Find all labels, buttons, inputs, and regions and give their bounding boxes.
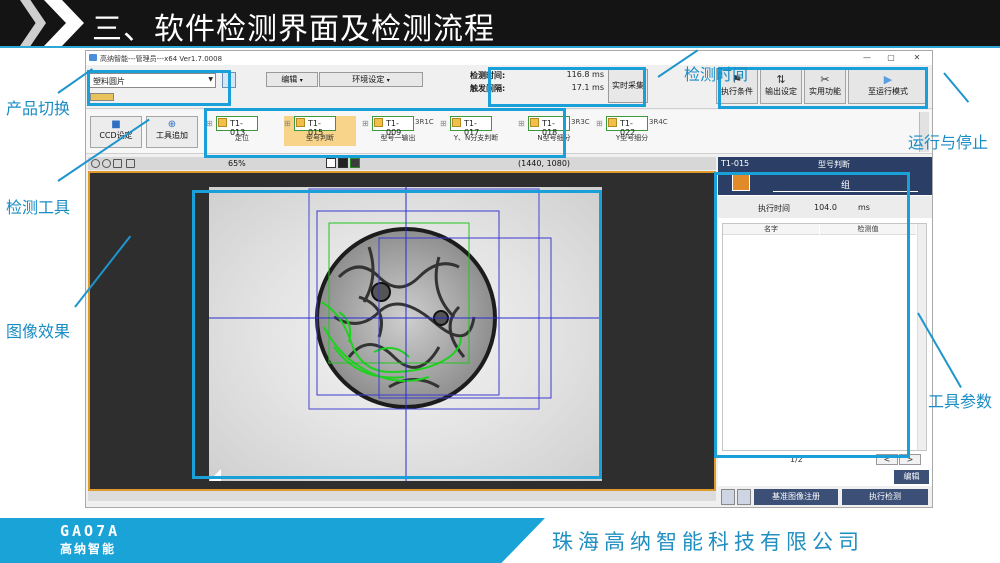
close-button[interactable]: ✕ bbox=[910, 52, 924, 63]
slide: { "slide": { "title": "三、软件检测界面及检测流程", "… bbox=[0, 0, 1000, 563]
slide-header: 三、软件检测界面及检测流程 bbox=[0, 0, 1000, 47]
maximize-button[interactable]: ▢ bbox=[884, 52, 898, 63]
tool-add-button[interactable]: ⊕ 工具追加 bbox=[146, 116, 198, 148]
zoom-in-icon[interactable] bbox=[91, 159, 100, 168]
tool-type-icon bbox=[608, 118, 617, 127]
annotation-tool-params: 工具参数 bbox=[928, 392, 993, 411]
window-titlebar: 高纳智能---管理员---x64 Ver1.7.0008 — ▢ ✕ bbox=[86, 51, 932, 65]
settings-icon[interactable] bbox=[737, 489, 751, 505]
highlight-product-switch bbox=[87, 70, 231, 106]
chevron-icon bbox=[44, 0, 84, 46]
edit-menu-label: 编辑 bbox=[281, 75, 298, 84]
window-title: 高纳智能---管理员---x64 Ver1.7.0008 bbox=[100, 55, 223, 63]
company-name: 珠海高纳智能科技有限公司 bbox=[552, 530, 864, 554]
plus-icon: ⊕ bbox=[167, 119, 177, 130]
crosshair-icon[interactable] bbox=[338, 158, 348, 168]
ccd-setting-button[interactable]: ■ CCD设定 bbox=[90, 116, 142, 148]
grid-icon[interactable] bbox=[126, 159, 135, 168]
tool-item-name: Y型号细分 bbox=[615, 134, 649, 142]
grid-icon: ⊞ bbox=[596, 119, 603, 128]
header-divider bbox=[0, 46, 1000, 48]
zoom-level: 65% bbox=[228, 159, 246, 168]
bottom-actions: 基准图像注册 执行检测 bbox=[718, 486, 932, 507]
annotation-image-effect: 图像效果 bbox=[6, 322, 71, 341]
roi-toggle-icon[interactable] bbox=[350, 158, 360, 168]
highlight-tool-params bbox=[714, 172, 910, 458]
image-status-bar bbox=[88, 491, 716, 501]
image-coords: (1440, 1080) bbox=[518, 159, 571, 168]
panel-tool-name: 型号判断 bbox=[818, 160, 850, 169]
annotation-product-switch: 产品切换 bbox=[6, 99, 71, 118]
slide-title: 三、软件检测界面及检测流程 bbox=[92, 12, 495, 47]
table-scrollbar[interactable] bbox=[917, 224, 926, 450]
print-icon[interactable] bbox=[721, 489, 735, 505]
tool-item-ext: 3R3C bbox=[571, 118, 590, 126]
chevron-down-icon: ▾ bbox=[386, 77, 390, 84]
zoom-out-icon[interactable] bbox=[102, 159, 111, 168]
edit-button[interactable]: 编辑 bbox=[894, 470, 929, 484]
chevron-down-icon: ▾ bbox=[299, 77, 303, 84]
execute-detection-button[interactable]: 执行检测 bbox=[842, 489, 928, 505]
env-settings-button[interactable]: 环境设定 ▾ bbox=[319, 72, 423, 87]
cursor-icon[interactable] bbox=[326, 158, 336, 168]
annotation-detect-time: 检测时间 bbox=[684, 65, 749, 84]
fit-icon[interactable] bbox=[113, 159, 122, 168]
panel-tool-id: T1-015 bbox=[721, 159, 750, 168]
app-icon bbox=[89, 54, 97, 61]
highlight-run-stop bbox=[718, 67, 928, 109]
highlight-detect-time bbox=[488, 67, 646, 107]
annotation-detect-tools: 检测工具 bbox=[6, 198, 71, 217]
tool-item-ext: 3R4C bbox=[649, 118, 668, 126]
tool-add-label: 工具追加 bbox=[156, 131, 188, 140]
env-settings-label: 环境设定 bbox=[352, 75, 385, 84]
highlight-detect-tools bbox=[204, 108, 566, 158]
annotation-run-stop: 运行与停止 bbox=[908, 133, 989, 152]
company-logo-sub: 高纳智能 bbox=[60, 542, 117, 556]
edit-menu-button[interactable]: 编辑 ▾ bbox=[266, 72, 318, 87]
image-toolbar: 65% (1440, 1080) bbox=[88, 157, 716, 170]
chevron-icon bbox=[20, 0, 46, 46]
tool-item[interactable]: ⊞ T1-022 3R4C Y型号细分 bbox=[596, 116, 668, 146]
annotation-line bbox=[943, 72, 970, 103]
highlight-image-effect bbox=[192, 190, 602, 479]
panel-header: T1-015 型号判断 bbox=[718, 157, 932, 171]
company-logo: GAO7A bbox=[60, 522, 121, 540]
minimize-button[interactable]: — bbox=[860, 52, 874, 63]
register-reference-button[interactable]: 基准图像注册 bbox=[754, 489, 838, 505]
